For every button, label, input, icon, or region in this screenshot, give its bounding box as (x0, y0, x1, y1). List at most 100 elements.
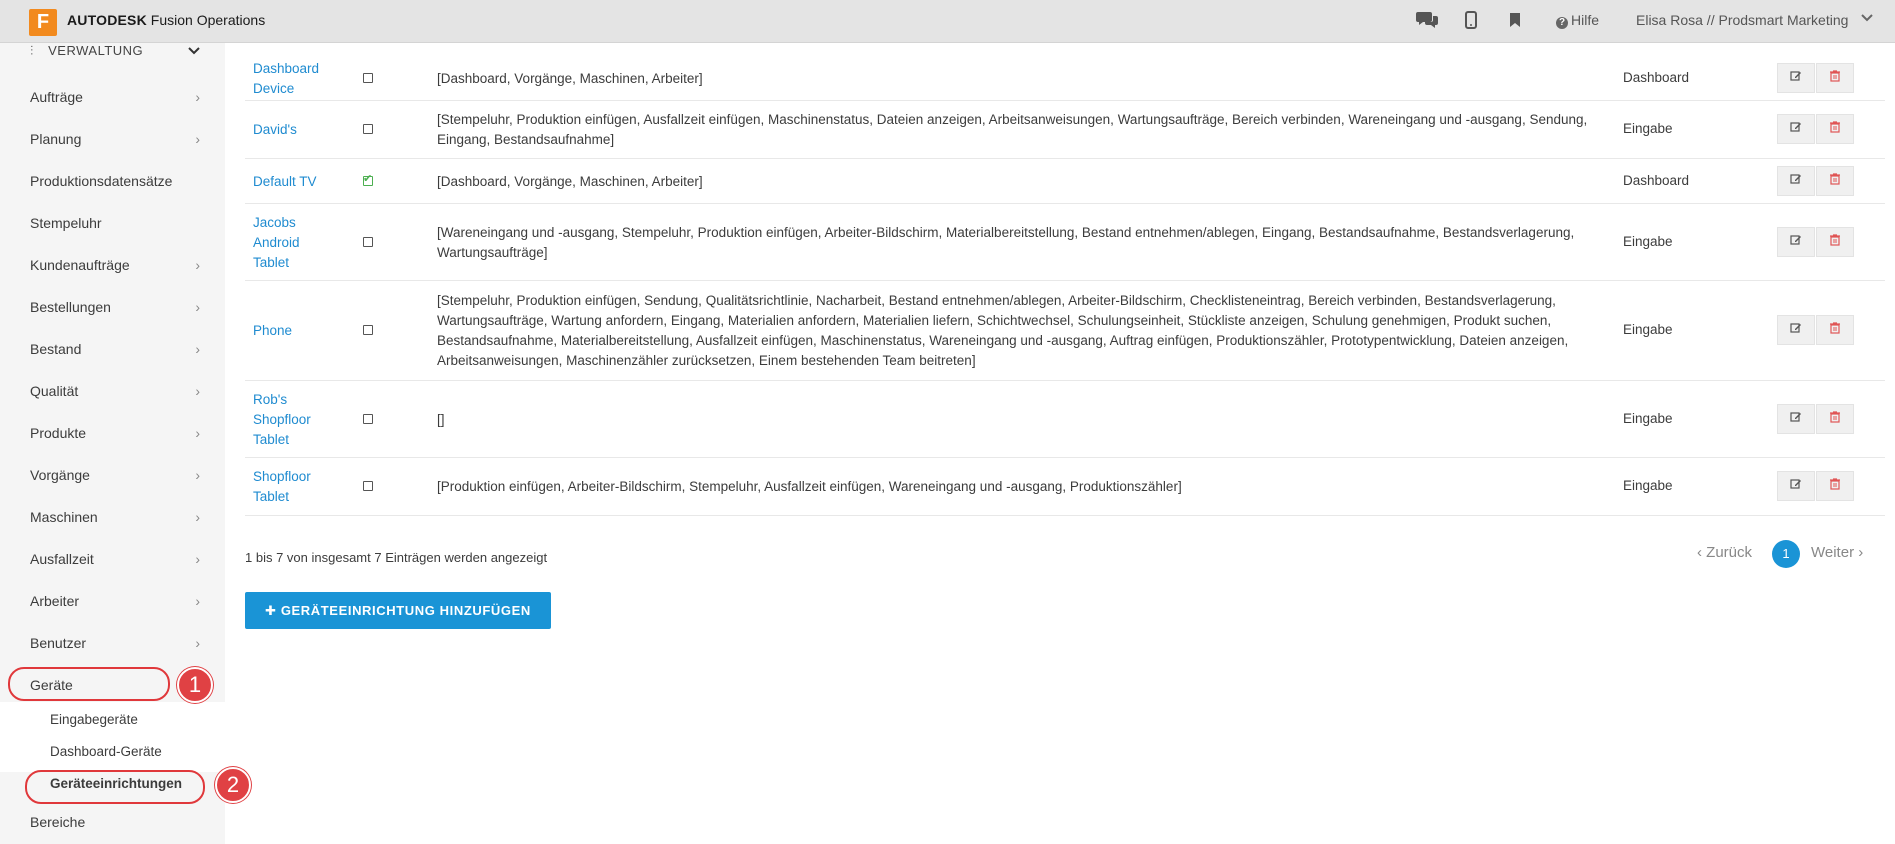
chevron-right-icon: › (195, 635, 200, 651)
annotation-highlight-2 (25, 770, 205, 804)
sidebar-section-header[interactable]: ⫶ VERWALTUNG (30, 43, 143, 59)
edit-icon[interactable] (1777, 63, 1815, 93)
annotation-badge-1: 1 (177, 667, 213, 703)
mobile-icon[interactable] (1465, 11, 1477, 34)
trash-icon[interactable] (1816, 315, 1854, 345)
device-setup-functions: [] (437, 411, 445, 427)
device-setup-name-link[interactable]: Phone (253, 321, 333, 341)
sidebar-item-bereiche[interactable]: Bereiche (30, 814, 200, 834)
add-device-setup-label: GERÄTEEINRICHTUNG HINZUFÜGEN (280, 603, 531, 618)
fusion-logo[interactable]: F (29, 9, 57, 36)
trash-icon[interactable] (1816, 471, 1854, 501)
chevron-right-icon: › (195, 383, 200, 399)
checked-checkbox-icon (363, 172, 373, 186)
sidebar-item-label: Ausfallzeit (30, 551, 94, 567)
chevron-down-icon[interactable] (1861, 10, 1873, 25)
chevron-down-icon[interactable] (188, 43, 200, 58)
brand-title: AUTODESK Fusion Operations (67, 12, 265, 28)
pager-next-label: Weiter (1811, 544, 1855, 561)
checkbox-icon (363, 124, 373, 134)
trash-icon[interactable] (1816, 403, 1854, 434)
sidebar-item[interactable]: Produktionsdatensätze (30, 173, 200, 193)
table-row: Jacobs Android Tablet [Wareneingang und -… (245, 204, 1885, 281)
sidebar-header-label: VERWALTUNG (48, 43, 144, 58)
device-setup-functions: [Stempeluhr, Produktion einfügen, Sendun… (437, 293, 1569, 368)
bookmark-icon[interactable] (1510, 13, 1520, 32)
sidebar-item[interactable]: Qualität › (30, 383, 200, 403)
sidebar-item[interactable]: Aufträge › (30, 89, 200, 109)
device-setup-name-link[interactable]: Default TV (253, 172, 333, 192)
device-setup-functions: [Dashboard, Vorgänge, Maschinen, Arbeite… (437, 71, 703, 86)
pager-next[interactable]: Weiter › (1811, 544, 1863, 561)
help-icon: ? (1556, 17, 1568, 29)
device-setup-type: Eingabe (1623, 121, 1673, 136)
device-setup-name-link[interactable]: David's (253, 120, 333, 140)
edit-icon[interactable] (1777, 315, 1815, 345)
sidebar-item-label: Aufträge (30, 89, 83, 105)
table-info: 1 bis 7 von insgesamt 7 Einträgen werden… (245, 550, 548, 565)
user-menu[interactable]: Elisa Rosa // Prodsmart Marketing (1636, 12, 1848, 28)
chevron-right-icon: › (195, 509, 200, 525)
sidebar-item[interactable]: Arbeiter › (30, 593, 200, 613)
trash-icon[interactable] (1816, 165, 1854, 196)
top-bar: F AUTODESK Fusion Operations ? Hilfe Elis… (0, 0, 1895, 43)
trash-icon[interactable] (1816, 63, 1854, 93)
table-row: Phone [Stempeluhr, Produktion einfügen, S… (245, 281, 1885, 381)
edit-icon[interactable] (1777, 403, 1815, 434)
device-setup-type: Eingabe (1623, 322, 1673, 337)
sidebar-item[interactable]: Produkte › (30, 425, 200, 445)
chevron-right-icon: › (195, 257, 200, 273)
annotation-highlight-1 (8, 667, 170, 701)
device-setup-name-link[interactable]: Jacobs Android Tablet (253, 213, 333, 273)
pager-page-current[interactable]: 1 (1772, 540, 1800, 568)
device-setup-type: Eingabe (1623, 233, 1673, 249)
trash-icon[interactable] (1816, 226, 1854, 257)
chevron-right-icon: › (195, 299, 200, 315)
sidebar-item-label: Maschinen (30, 509, 98, 525)
chevron-right-icon: › (195, 551, 200, 567)
chevron-right-icon: › (195, 467, 200, 483)
table-row: Shopfloor Tablet [Produktion einfügen, Ar… (245, 458, 1885, 516)
device-setup-name-link[interactable]: Shopfloor Tablet (253, 467, 333, 507)
device-setup-type: Dashboard (1623, 172, 1690, 188)
sidebar-item[interactable]: Ausfallzeit › (30, 551, 200, 571)
chevron-right-icon: › (195, 341, 200, 357)
edit-icon[interactable] (1777, 226, 1815, 257)
device-setup-functions: [Stempeluhr, Produktion einfügen, Ausfal… (437, 112, 1588, 147)
sidebar-item[interactable]: Bestand › (30, 341, 200, 361)
sidebar-item[interactable]: Bestellungen › (30, 299, 200, 319)
sidebar-item[interactable]: Benutzer › (30, 635, 200, 655)
device-setup-type: Dashboard (1623, 70, 1690, 85)
main-content: Dashboard Device [Dashboard, Vorgänge, Ma… (225, 43, 1895, 844)
sidebar-item[interactable]: Kundenaufträge › (30, 257, 200, 277)
sidebar-item-label: Benutzer (30, 635, 87, 651)
device-setup-type: Eingabe (1623, 478, 1673, 493)
pager-prev[interactable]: ‹ Zurück (1697, 544, 1752, 561)
device-setup-functions: [Produktion einfügen, Arbeiter-Bildschir… (437, 479, 1182, 494)
sidebar-item[interactable]: Maschinen › (30, 509, 200, 529)
chat-icon[interactable] (1416, 9, 1438, 34)
add-device-setup-button[interactable]: ✚ GERÄTEEINRICHTUNG HINZUFÜGEN (245, 592, 551, 629)
sidebar-item[interactable]: Stempeluhr (30, 215, 200, 235)
edit-icon[interactable] (1777, 114, 1815, 144)
device-setup-name-link[interactable]: Dashboard Device (253, 59, 333, 99)
edit-icon[interactable] (1777, 471, 1815, 501)
sidebar-item-label: Arbeiter (30, 593, 80, 609)
pager-prev-label: Zurück (1706, 544, 1753, 561)
checkbox-icon (363, 481, 373, 491)
sidebar-item[interactable]: Vorgänge › (30, 467, 200, 487)
sidebar-subitem[interactable]: Dashboard-Geräte (50, 744, 162, 759)
sidebar-item-label: Vorgänge (30, 467, 90, 483)
plus-icon: ✚ (265, 603, 277, 618)
sidebar-subitem[interactable]: Eingabegeräte (50, 712, 138, 727)
checkbox-icon (363, 325, 373, 335)
checkbox-icon (363, 73, 373, 83)
sidebar-item-label: Kundenaufträge (30, 257, 130, 273)
sidebar-item[interactable]: Planung › (30, 131, 200, 151)
device-setup-name-link[interactable]: Rob's Shopfloor Tablet (253, 390, 333, 450)
device-setup-functions: [Wareneingang und -ausgang, Stempeluhr, … (437, 224, 1575, 260)
edit-icon[interactable] (1777, 165, 1815, 196)
help-link[interactable]: ? Hilfe (1556, 12, 1599, 29)
trash-icon[interactable] (1816, 114, 1854, 144)
sidebar-item-label: Bestellungen (30, 299, 111, 315)
